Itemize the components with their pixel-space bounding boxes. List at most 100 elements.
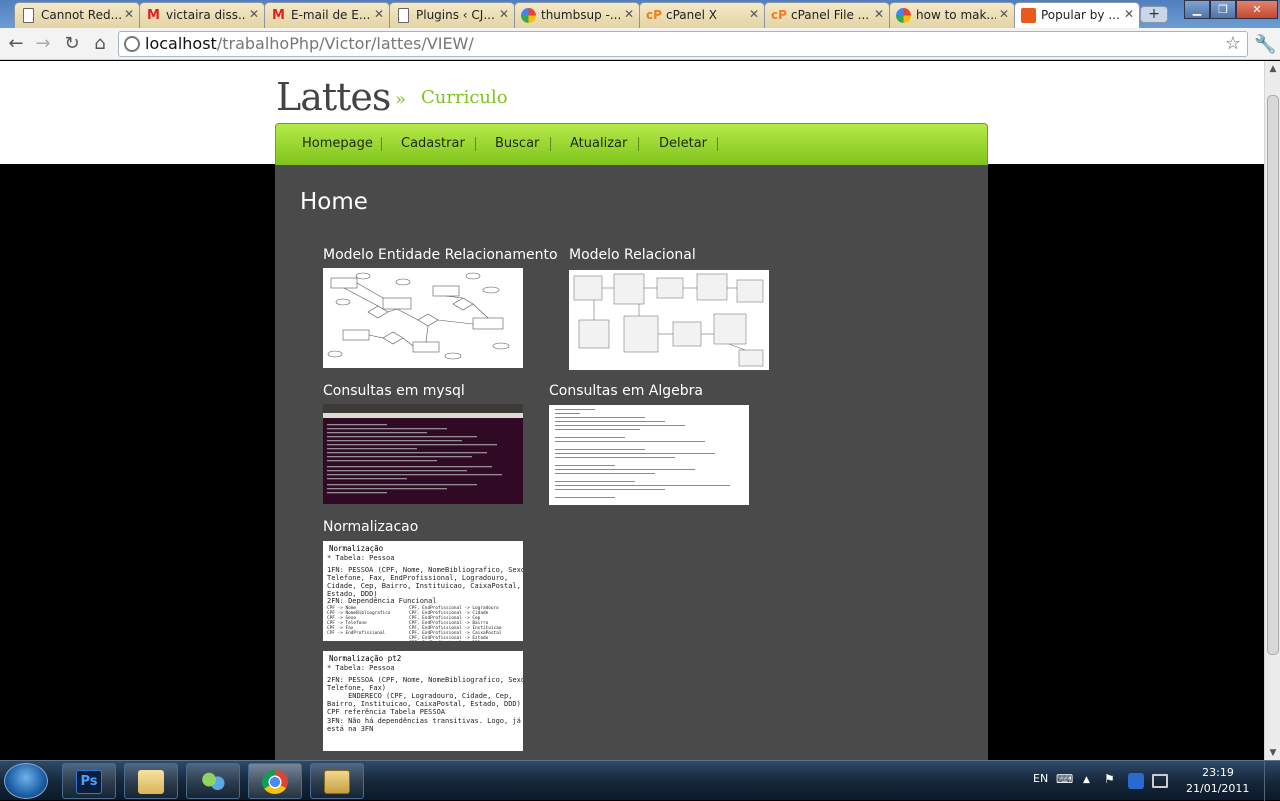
scroll-down-icon[interactable]: ▼	[1265, 745, 1280, 761]
nav-divider	[381, 137, 382, 151]
address-bar[interactable]: localhost/trabalhoPhp/Victor/lattes/VIEW…	[118, 31, 1248, 57]
thumbnail-terminal[interactable]	[323, 404, 523, 504]
nav-divider	[550, 137, 551, 151]
tab-label: cPanel X	[666, 8, 718, 22]
thumbnail-algebra-document[interactable]	[549, 405, 749, 505]
site-title[interactable]: Lattes	[276, 75, 391, 119]
start-button[interactable]	[4, 763, 48, 799]
language-indicator[interactable]: EN	[1033, 772, 1048, 785]
restore-button[interactable]: ❐	[1210, 0, 1236, 19]
wrench-menu-icon[interactable]: 🔧	[1254, 34, 1276, 55]
taskbar-photoshop[interactable]: Ps	[62, 763, 116, 799]
tab-3[interactable]: Plugins ‹ CJ... ✕	[389, 2, 515, 28]
close-icon[interactable]: ✕	[1124, 7, 1134, 21]
close-icon[interactable]: ✕	[999, 7, 1009, 21]
show-desktop-button[interactable]	[1264, 761, 1280, 801]
norm1-table: * Tabela: Pessoa	[327, 554, 395, 562]
taskbar-libraries[interactable]	[124, 763, 178, 799]
clock-time[interactable]: 23:19	[1198, 766, 1238, 779]
reload-icon[interactable]: ↻	[60, 32, 84, 56]
caption-mysql-queries[interactable]: Consultas em mysql	[323, 383, 465, 399]
scroll-up-icon[interactable]: ▲	[1265, 61, 1280, 77]
taskbar-users[interactable]	[186, 763, 240, 799]
close-icon[interactable]: ✕	[124, 7, 134, 21]
relational-diagram-image	[573, 273, 764, 367]
cpanel-icon: cP	[771, 8, 787, 22]
file-manager-icon	[324, 770, 350, 794]
google-icon	[521, 8, 536, 23]
tab-label: E-mail de E...	[291, 8, 371, 22]
tab-label: cPanel File ...	[791, 8, 870, 22]
norm1-1fn: 1FN: PESSOA (CPF, Nome, NomeBibliografic…	[327, 566, 523, 598]
norm2-table: * Tabela: Pessoa	[327, 664, 395, 672]
page-title: Home	[300, 189, 368, 215]
thumbnail-er-diagram[interactable]	[323, 268, 523, 368]
network-status-icon[interactable]	[1152, 774, 1168, 788]
window-close-button[interactable]: ✕	[1236, 0, 1278, 19]
close-icon[interactable]: ✕	[374, 7, 384, 21]
show-hidden-icons-icon[interactable]: ▲	[1083, 775, 1090, 785]
tab-label: Popular by ...	[1041, 8, 1120, 22]
address-path: /trabalhoPhp/Victor/lattes/VIEW/	[216, 34, 474, 53]
taskbar-file-manager[interactable]	[310, 763, 364, 799]
caption-normalization[interactable]: Normalizacao	[323, 519, 418, 535]
tab-1[interactable]: M victaira diss... ✕	[139, 2, 265, 28]
thumbnail-relational-diagram[interactable]	[569, 270, 769, 370]
network-app-icon[interactable]	[1128, 773, 1144, 789]
photoshop-icon: Ps	[76, 770, 102, 794]
keyboard-icon[interactable]: ⌨	[1056, 772, 1073, 786]
tab-8-active[interactable]: Popular by ... ✕	[1014, 2, 1140, 29]
tab-2[interactable]: M E-mail de E... ✕	[264, 2, 390, 28]
tab-label: Cannot Red...	[41, 8, 121, 22]
norm2-2fn: 2FN: PESSOA (CPF, Nome, NomeBibliografic…	[327, 676, 523, 716]
bookmark-star-icon[interactable]: ☆	[1225, 32, 1241, 56]
taskbar-chrome[interactable]	[248, 763, 302, 799]
windows-taskbar: Ps EN ⌨ ▲ ⚑ 23:19 21/01/2011	[0, 760, 1280, 801]
algebra-document-image	[555, 409, 730, 498]
nav-cadastrar[interactable]: Cadastrar	[401, 136, 465, 151]
close-icon[interactable]: ✕	[874, 7, 884, 21]
nav-buscar[interactable]: Buscar	[495, 136, 539, 151]
tab-7[interactable]: how to mak... ✕	[889, 2, 1015, 28]
norm2-title: Normalização pt2	[329, 654, 402, 663]
tab-label: how to mak...	[916, 8, 996, 22]
caption-algebra-queries[interactable]: Consultas em Algebra	[549, 383, 703, 399]
tab-label: Plugins ‹ CJ...	[416, 8, 495, 22]
home-icon[interactable]: ⌂	[88, 32, 112, 56]
action-center-flag-icon[interactable]: ⚑	[1104, 772, 1115, 786]
close-icon[interactable]: ✕	[624, 7, 634, 21]
thumbnail-normalization-1[interactable]: Normalização * Tabela: Pessoa 1FN: PESSO…	[323, 541, 523, 641]
site-subtitle: Curriculo	[421, 87, 508, 108]
norm1-2fn: 2FN: Dependência Funcional	[327, 597, 437, 605]
title-separator: »	[395, 89, 407, 110]
close-icon[interactable]: ✕	[499, 7, 509, 21]
vertical-scrollbar[interactable]: ▲ ▼	[1264, 61, 1280, 761]
close-icon[interactable]: ✕	[749, 7, 759, 21]
nav-deletar[interactable]: Deletar	[659, 136, 707, 151]
back-icon[interactable]: ←	[4, 32, 28, 56]
document-icon	[23, 8, 34, 23]
thumbnail-normalization-2[interactable]: Normalização pt2 * Tabela: Pessoa 2FN: P…	[323, 651, 523, 751]
close-icon[interactable]: ✕	[249, 7, 259, 21]
nav-atualizar[interactable]: Atualizar	[570, 136, 627, 151]
nav-homepage[interactable]: Homepage	[302, 136, 373, 151]
caption-er-model[interactable]: Modelo Entidade Relacionamento	[323, 247, 558, 263]
tab-5[interactable]: cP cPanel X ✕	[639, 2, 765, 28]
globe-icon	[124, 36, 140, 52]
scrollbar-thumb[interactable]	[1267, 95, 1279, 655]
tab-6[interactable]: cP cPanel File ... ✕	[764, 2, 890, 28]
content-panel: Home Modelo Entidade Relacionamento Mode…	[275, 165, 988, 761]
users-icon	[200, 770, 226, 794]
tab-4[interactable]: thumbsup -... ✕	[514, 2, 640, 28]
chrome-icon	[262, 770, 288, 794]
terminal-screenshot-image	[323, 404, 523, 494]
tab-0[interactable]: Cannot Red... ✕	[14, 2, 140, 28]
clock-date[interactable]: 21/01/2011	[1186, 782, 1249, 795]
nav-divider	[638, 137, 639, 151]
forward-icon[interactable]: →	[31, 32, 55, 56]
gmail-icon: M	[272, 8, 285, 23]
minimize-button[interactable]: ▁	[1184, 0, 1210, 19]
document-icon	[398, 8, 409, 23]
new-tab-button[interactable]: +	[1140, 6, 1168, 23]
caption-relational-model[interactable]: Modelo Relacional	[569, 247, 696, 263]
